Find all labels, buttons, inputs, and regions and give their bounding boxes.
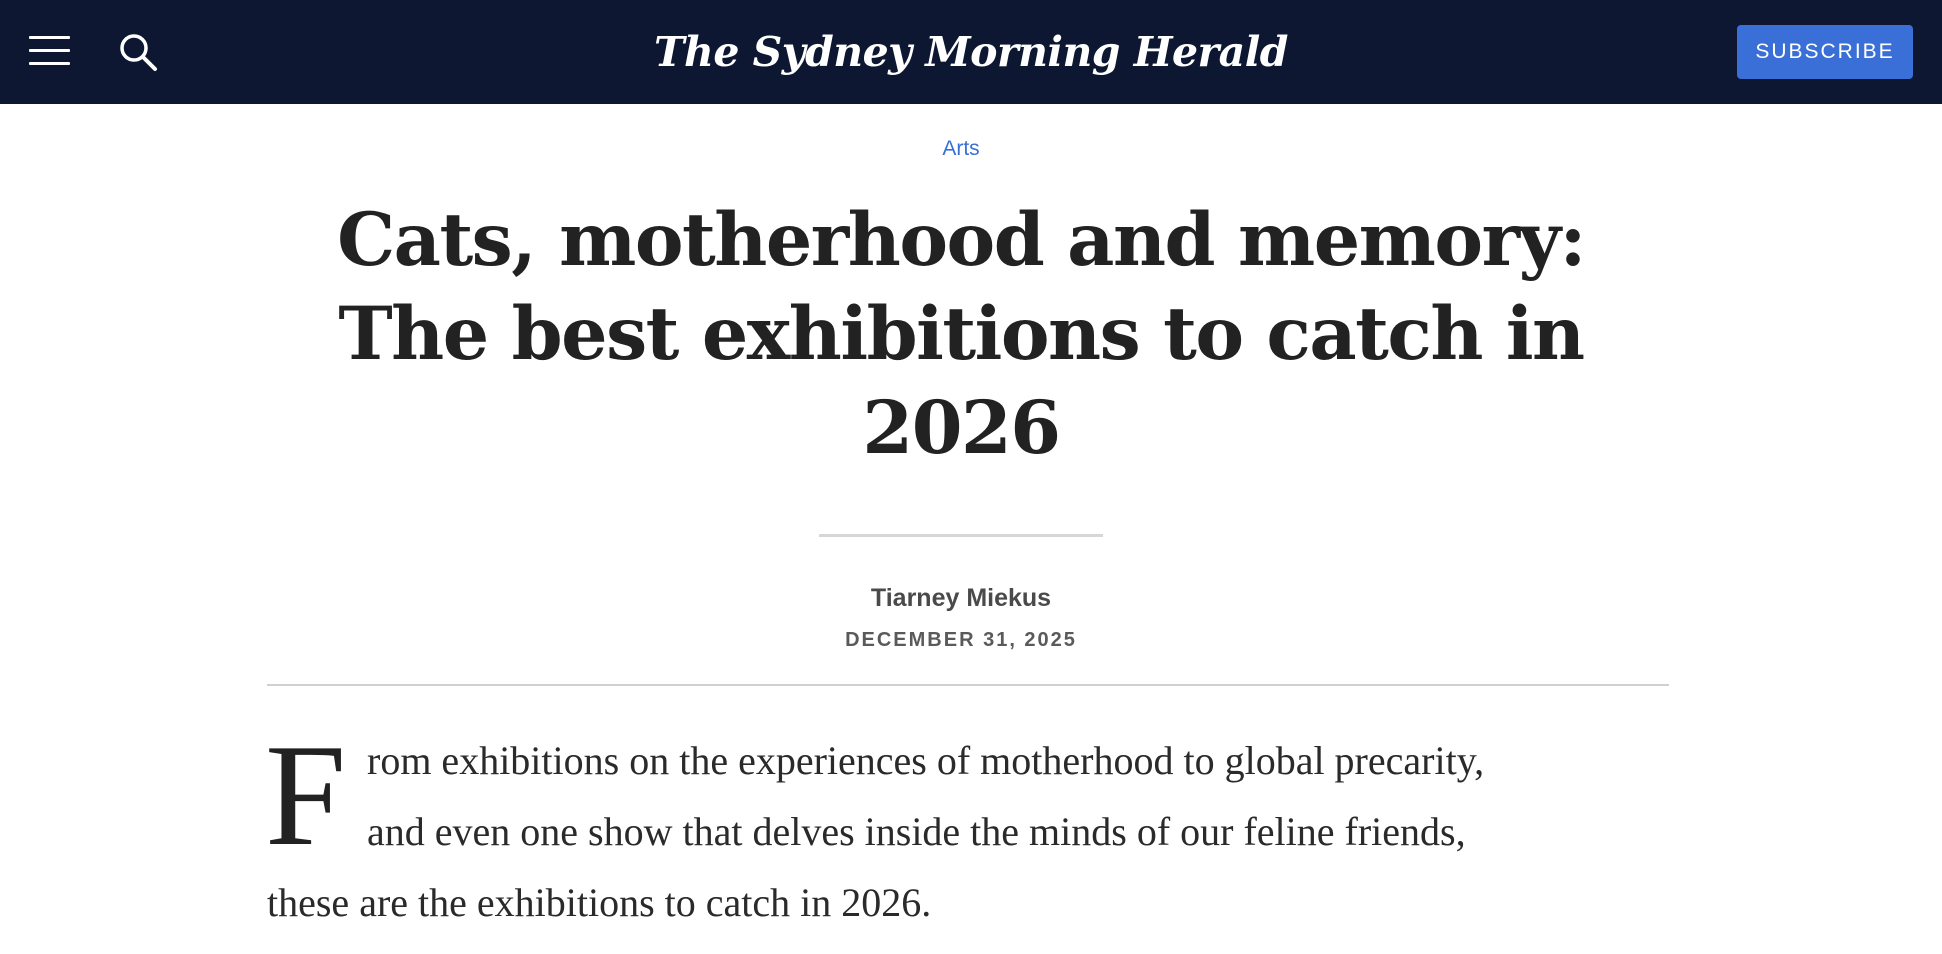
subscribe-button[interactable]: SUBSCRIBE bbox=[1737, 25, 1913, 79]
headline-divider bbox=[819, 534, 1103, 537]
drop-cap: F bbox=[265, 714, 347, 876]
intro-line-2: and even one show that delves inside the… bbox=[367, 809, 1466, 854]
masthead-logo[interactable]: The Sydney Morning Herald bbox=[0, 0, 1942, 104]
intro-line-3: these are the exhibitions to catch in 20… bbox=[267, 880, 932, 925]
section-link-arts[interactable]: Arts bbox=[0, 137, 1922, 161]
intro-line-1: rom exhibitions on the experiences of mo… bbox=[367, 738, 1485, 783]
site-header: The Sydney Morning Herald SUBSCRIBE bbox=[0, 0, 1942, 104]
publish-date: DECEMBER 31, 2025 bbox=[845, 629, 1077, 651]
search-icon[interactable] bbox=[118, 32, 158, 72]
author-name[interactable]: Tiarney Miekus bbox=[0, 584, 1922, 613]
hamburger-menu-icon[interactable] bbox=[29, 36, 71, 66]
article-headline: Cats, motherhood and memory: The best ex… bbox=[337, 197, 1586, 471]
byline-divider bbox=[267, 684, 1669, 686]
